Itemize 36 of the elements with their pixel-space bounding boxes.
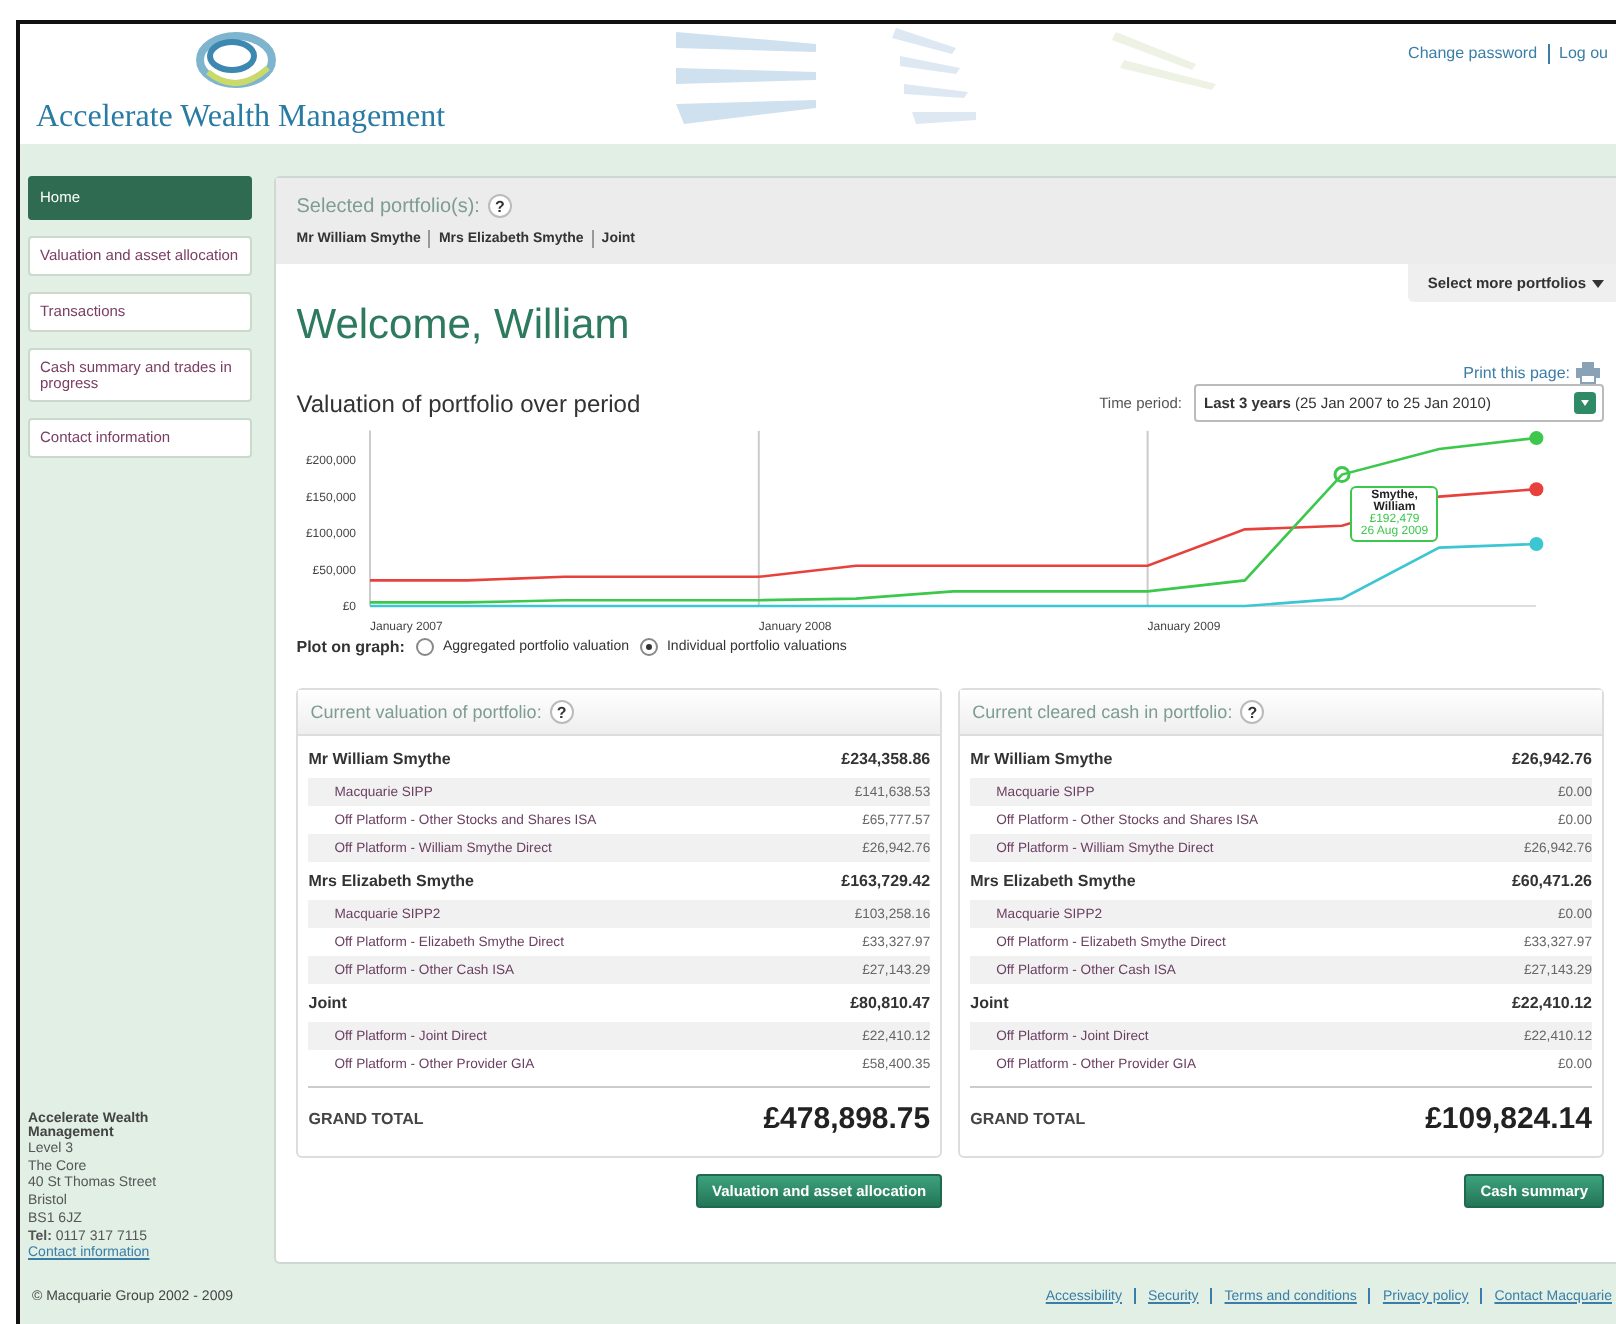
help-icon[interactable]: ?: [1240, 700, 1265, 724]
brand-name: Accelerate Wealth Management: [36, 100, 448, 136]
welcome-heading: Welcome, William: [296, 302, 632, 350]
account-holder: Mrs Elizabeth Smythe: [970, 872, 1136, 890]
holder-total: £80,810.47: [850, 994, 931, 1012]
holder-total: £26,942.76: [1511, 750, 1592, 768]
grand-total-value: £478,898.75: [763, 1101, 931, 1135]
grand-total-label: GRAND TOTAL: [970, 1109, 1086, 1127]
account-holder: Joint: [970, 994, 1009, 1012]
holder-total: £234,358.86: [841, 750, 931, 768]
help-icon[interactable]: ?: [549, 700, 574, 724]
selected-portfolios-label: Selected portfolio(s):: [296, 195, 480, 217]
header-link[interactable]: Change password: [1408, 44, 1538, 62]
account-holder: Mr William Smythe: [308, 750, 451, 768]
hover-marker: [1334, 466, 1351, 484]
print-link[interactable]: Print this page:: [1463, 364, 1570, 382]
header-link[interactable]: Log ou: [1559, 44, 1608, 62]
dropdown-icon[interactable]: [1574, 392, 1596, 414]
plot-on-graph-label: Plot on graph:: [296, 638, 405, 656]
caret-icon: [1592, 279, 1604, 287]
logo-icon: [192, 28, 280, 92]
printer-icon[interactable]: [1576, 362, 1600, 384]
account-holder: Joint: [308, 994, 347, 1012]
holder-total: £22,410.12: [1511, 994, 1592, 1012]
holder-total: £163,729.42: [841, 872, 931, 890]
card-title: Current cleared cash in portfolio:: [972, 702, 1233, 722]
radio-button[interactable]: [640, 638, 659, 656]
grand-total-value: £109,824.14: [1425, 1101, 1592, 1135]
account-holder: Mrs Elizabeth Smythe: [308, 872, 474, 890]
radio-button[interactable]: [416, 638, 435, 656]
card-title: Current valuation of portfolio:: [310, 702, 542, 722]
help-icon[interactable]: ?: [487, 194, 512, 218]
account-holder: Mr William Smythe: [970, 750, 1113, 768]
holder-total: £60,471.26: [1511, 872, 1592, 890]
chart-title: Valuation of portfolio over period: [296, 389, 641, 417]
grand-total-label: GRAND TOTAL: [308, 1109, 424, 1127]
